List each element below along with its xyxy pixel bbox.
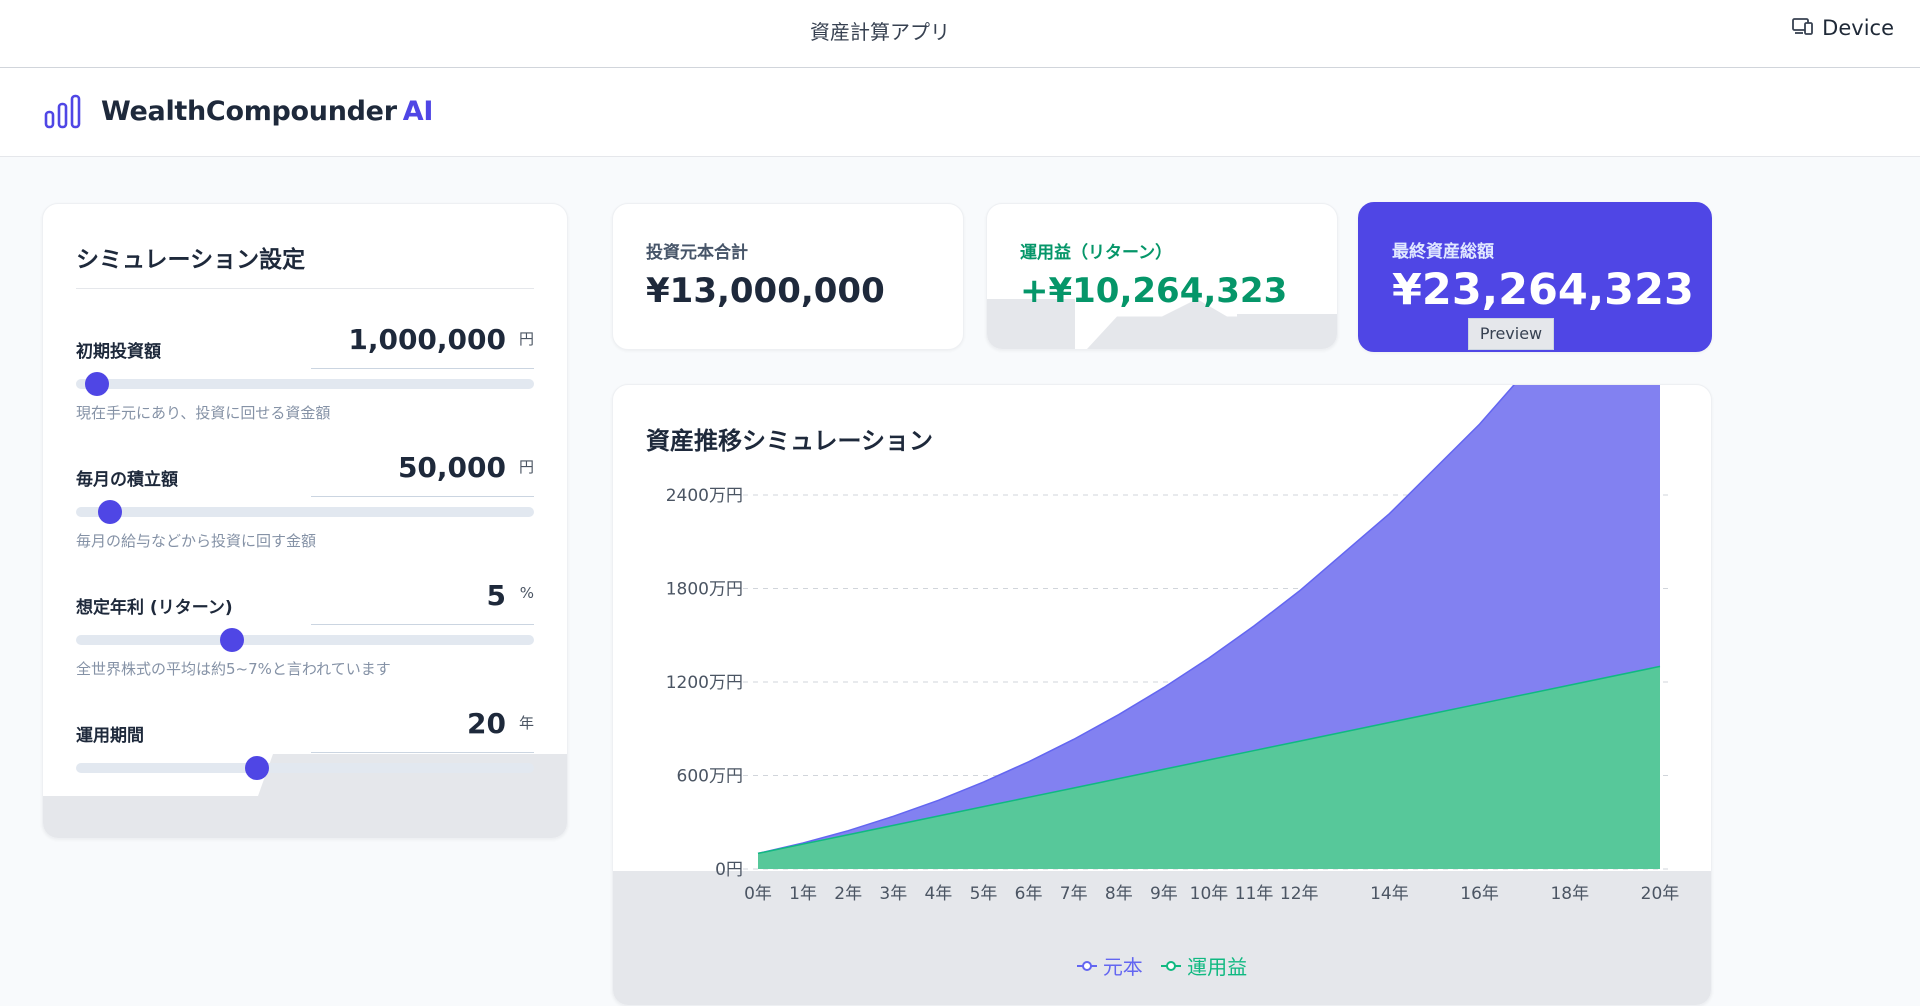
field-hint: 毎月の給与などから投資に回す金額 — [76, 532, 317, 550]
x-tick-label: 16年 — [1460, 884, 1499, 904]
y-tick-label: 600万円 — [677, 767, 743, 787]
investment-period-field: 運用期間 20 年 — [76, 707, 534, 817]
y-tick-label: 2400万円 — [666, 486, 743, 506]
field-label: 想定年利 (リターン) — [76, 598, 233, 618]
slider-thumb[interactable] — [98, 500, 123, 524]
initial-investment-slider[interactable] — [76, 379, 534, 389]
device-button[interactable]: Device — [1792, 16, 1894, 40]
x-tick-label: 1年 — [789, 884, 817, 904]
x-tick-label: 20年 — [1641, 884, 1680, 904]
y-tick-label: 0円 — [715, 860, 743, 880]
x-tick-label: 14年 — [1370, 884, 1409, 904]
principal-total-value: ¥13,000,000 — [646, 271, 885, 311]
x-tick-label: 9年 — [1150, 884, 1178, 904]
x-tick-label: 2年 — [834, 884, 862, 904]
device-label: Device — [1822, 16, 1894, 40]
final-total-label: 最終資産総額 — [1392, 242, 1494, 262]
x-tick-label: 4年 — [924, 884, 952, 904]
y-tick-label: 1800万円 — [666, 580, 743, 600]
investment-gain-card: 運用益（リターン） +¥10,264,323 — [986, 203, 1338, 350]
field-unit: % — [519, 584, 534, 602]
window-title: 資産計算アプリ — [810, 20, 950, 44]
investment-gain-label: 運用益（リターン） — [1020, 243, 1173, 263]
x-tick-label: 12年 — [1280, 884, 1319, 904]
divider — [76, 288, 534, 289]
field-label: 毎月の積立額 — [76, 470, 178, 490]
slider-thumb[interactable] — [84, 372, 109, 396]
x-tick-label: 18年 — [1550, 884, 1589, 904]
x-tick-label: 5年 — [970, 884, 998, 904]
monthly-contribution-field: 毎月の積立額 50,000 円 毎月の給与などから投資に回す金額 — [76, 451, 534, 561]
field-label: 運用期間 — [76, 726, 144, 746]
x-tick-label: 3年 — [879, 884, 907, 904]
annual-return-input[interactable]: 5 — [487, 579, 506, 612]
x-tick-label: 11年 — [1235, 884, 1274, 904]
field-label: 初期投資額 — [76, 342, 161, 362]
field-unit: 円 — [518, 458, 534, 476]
asset-growth-chart: 0円 600万円 1200万円 1800万円 2400万円 0年 1年 2年 3年 4年 5年 6年 7… — [666, 385, 1680, 904]
window-title-bar: 資産計算アプリ Device — [0, 0, 1920, 68]
y-tick-label: 1200万円 — [666, 673, 743, 693]
device-icon — [1792, 16, 1814, 40]
x-tick-label: 8年 — [1105, 884, 1133, 904]
app-header: WealthCompounder AI — [0, 68, 1920, 157]
annual-return-slider[interactable] — [76, 635, 534, 645]
simulation-settings-panel: シミュレーション設定 初期投資額 1,000,000 円 現在手元にあり、投資に… — [42, 203, 568, 839]
monthly-contribution-slider[interactable] — [76, 507, 534, 517]
x-tick-label: 0年 — [744, 884, 772, 904]
x-tick-label: 7年 — [1060, 884, 1088, 904]
monthly-contribution-input[interactable]: 50,000 — [398, 451, 506, 484]
principal-total-label: 投資元本合計 — [646, 243, 748, 263]
annual-return-field: 想定年利 (リターン) 5 % 全世界株式の平均は約5~7%と言われています — [76, 579, 534, 689]
bar-chart-logo-icon — [44, 94, 82, 134]
principal-total-card: 投資元本合計 ¥13,000,000 — [612, 203, 964, 350]
x-tick-label: 6年 — [1015, 884, 1043, 904]
preview-tooltip: Preview — [1468, 318, 1554, 350]
slider-thumb[interactable] — [244, 756, 269, 780]
line-marker-icon — [1076, 960, 1097, 971]
slider-thumb[interactable] — [219, 628, 244, 652]
x-tick-label: 10年 — [1190, 884, 1229, 904]
legend-label: 元本 — [1102, 955, 1143, 979]
settings-title: シミュレーション設定 — [76, 247, 306, 273]
investment-period-slider[interactable] — [76, 763, 534, 773]
field-unit: 円 — [518, 330, 534, 348]
asset-growth-chart-card: 資産推移シミュレーション 0円 600万円 1200万円 1800万円 2400万円 0年… — [612, 384, 1712, 1006]
legend-item-principal[interactable]: 元本 — [1076, 951, 1143, 980]
field-unit: 年 — [518, 714, 534, 732]
initial-investment-input[interactable]: 1,000,000 — [348, 323, 506, 356]
initial-investment-field: 初期投資額 1,000,000 円 現在手元にあり、投資に回せる資金額 — [76, 323, 534, 433]
investment-gain-value: +¥10,264,323 — [1020, 271, 1288, 311]
investment-period-input[interactable]: 20 — [467, 707, 506, 740]
field-hint: 全世界株式の平均は約5~7%と言われています — [76, 660, 391, 678]
field-hint: 現在手元にあり、投資に回せる資金額 — [76, 404, 331, 422]
brand-name: WealthCompounder AI — [101, 96, 434, 127]
chart-legend: 元本 運用益 — [613, 951, 1711, 980]
final-total-value: ¥23,264,323 — [1392, 265, 1694, 315]
line-marker-icon — [1161, 960, 1182, 971]
legend-item-gain[interactable]: 運用益 — [1161, 951, 1247, 980]
legend-label: 運用益 — [1187, 955, 1248, 979]
brand-suffix: AI — [402, 96, 434, 127]
